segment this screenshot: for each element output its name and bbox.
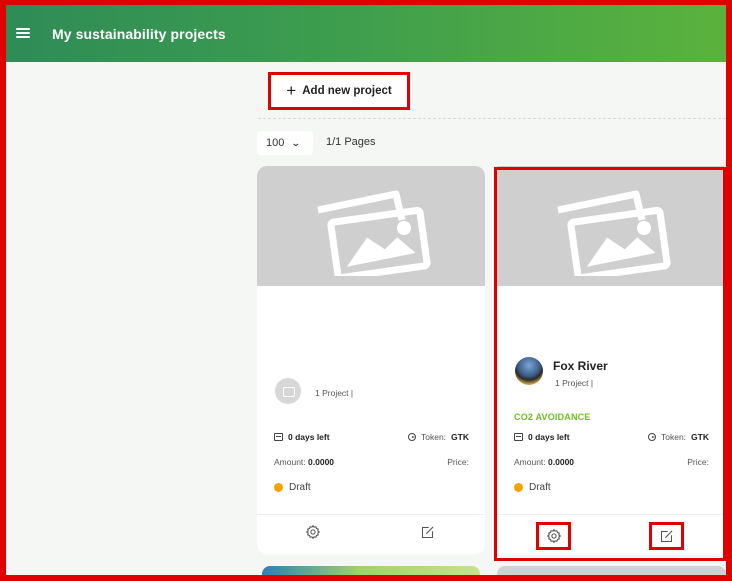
settings-button[interactable] bbox=[536, 522, 571, 550]
amount: Amount: 0.0000 bbox=[514, 457, 574, 467]
divider bbox=[258, 118, 726, 119]
avatar bbox=[515, 357, 543, 385]
price-label: Price: bbox=[447, 457, 469, 467]
token-info: Token: GTK bbox=[408, 432, 469, 442]
project-count: 1 Project | bbox=[555, 378, 594, 388]
status-text: Draft bbox=[289, 482, 311, 493]
days-left: 0 days left bbox=[274, 432, 330, 442]
page-size-value: 100 bbox=[266, 137, 285, 149]
edit-icon bbox=[660, 529, 673, 542]
project-card[interactable]: 1 Project | 0 days left Token: GTK Amoun… bbox=[257, 166, 485, 554]
calendar-icon bbox=[274, 433, 283, 441]
days-left-text: 0 days left bbox=[288, 432, 330, 442]
hamburger-menu-icon[interactable] bbox=[16, 28, 30, 38]
status-dot bbox=[514, 483, 523, 492]
status-badge: Draft bbox=[514, 482, 551, 493]
project-count: 1 Project | bbox=[315, 388, 354, 398]
token-label: Token: bbox=[661, 432, 687, 442]
page-title: My sustainability projects bbox=[52, 26, 226, 42]
token-icon bbox=[408, 433, 416, 441]
add-new-project-button[interactable]: + Add new project bbox=[268, 72, 410, 110]
pages-indicator: 1/1 Pages bbox=[326, 136, 376, 148]
edit-button[interactable] bbox=[649, 522, 684, 550]
amount: Amount: 0.0000 bbox=[274, 457, 334, 467]
token-value: GTK bbox=[691, 432, 709, 442]
amount-value: 0.0000 bbox=[548, 457, 575, 467]
edit-button[interactable] bbox=[414, 520, 440, 544]
calendar-icon bbox=[514, 433, 523, 441]
token-label: Token: bbox=[421, 432, 447, 442]
avatar-placeholder bbox=[275, 378, 301, 404]
gear-icon bbox=[546, 528, 561, 544]
top-app-bar: My sustainability projects bbox=[0, 0, 732, 62]
price-label: Price: bbox=[687, 457, 709, 467]
project-card[interactable]: Fox River 1 Project | CO2 AVOIDANCE 0 da… bbox=[497, 166, 725, 554]
token-info: Token: GTK bbox=[648, 432, 709, 442]
amount-value: 0.0000 bbox=[308, 457, 335, 467]
status-dot bbox=[274, 483, 283, 492]
amount-label: Amount: bbox=[274, 457, 306, 467]
image-placeholder bbox=[257, 166, 485, 286]
card-footer bbox=[497, 514, 725, 554]
image-placeholder-icon bbox=[317, 190, 431, 276]
plus-icon: + bbox=[286, 81, 297, 100]
amount-label: Amount: bbox=[514, 457, 546, 467]
token-icon bbox=[648, 433, 656, 441]
status-text: Draft bbox=[529, 482, 551, 493]
next-card-preview bbox=[497, 566, 726, 578]
settings-button[interactable] bbox=[300, 520, 326, 544]
days-left-text: 0 days left bbox=[528, 432, 570, 442]
page-size-select[interactable]: 100 ⌄ bbox=[257, 131, 313, 155]
gear-icon bbox=[305, 524, 321, 540]
edit-icon bbox=[421, 525, 434, 538]
token-value: GTK bbox=[451, 432, 469, 442]
card-footer bbox=[257, 514, 485, 554]
image-placeholder bbox=[497, 166, 725, 286]
image-placeholder-icon bbox=[557, 190, 671, 276]
owner-name: Fox River bbox=[553, 359, 608, 373]
category-label: CO2 AVOIDANCE bbox=[514, 412, 591, 422]
status-badge: Draft bbox=[274, 482, 311, 493]
add-new-project-label: Add new project bbox=[302, 85, 392, 97]
days-left: 0 days left bbox=[514, 432, 570, 442]
next-card-preview bbox=[262, 566, 480, 578]
chevron-down-icon: ⌄ bbox=[291, 137, 302, 148]
